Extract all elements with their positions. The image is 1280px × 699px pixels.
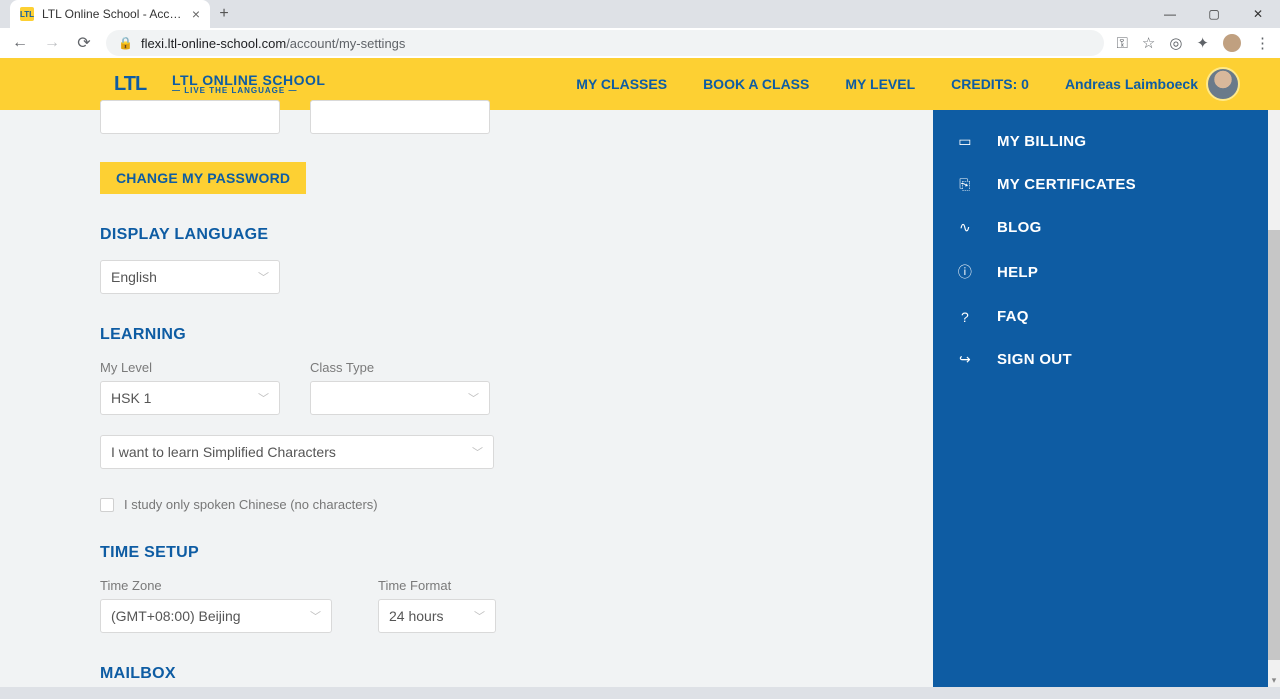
sidebar-item-label: MY CERTIFICATES <box>997 176 1136 193</box>
label-time-zone: Time Zone <box>100 578 332 593</box>
nav-user[interactable]: Andreas Laimboeck <box>1065 67 1240 101</box>
close-window-button[interactable]: ✕ <box>1236 0 1280 28</box>
section-learning: LEARNING <box>100 326 720 344</box>
billing-icon: ▭ <box>957 133 973 150</box>
nav-credits[interactable]: CREDITS: 0 <box>951 76 1029 92</box>
label-my-level: My Level <box>100 360 280 375</box>
chevron-down-icon: ﹀ <box>474 608 485 624</box>
section-time-setup: TIME SETUP <box>100 544 720 562</box>
blog-icon: ∿ <box>957 219 973 236</box>
favicon: LTL <box>20 7 34 21</box>
close-tab-icon[interactable]: × <box>192 6 200 22</box>
spoken-only-row[interactable]: I study only spoken Chinese (no characte… <box>100 497 720 512</box>
sidebar-item-label: SIGN OUT <box>997 351 1072 368</box>
sidebar-item-label: FAQ <box>997 308 1029 325</box>
character-preference-value: I want to learn Simplified Characters <box>111 444 336 460</box>
page-body: CHANGE MY PASSWORD DISPLAY LANGUAGE Engl… <box>0 110 1280 687</box>
reload-button[interactable]: ⟳ <box>74 33 94 53</box>
sidebar-item-faq[interactable]: ? FAQ <box>933 295 1268 338</box>
sidebar-item-help[interactable]: ⓘ HELP <box>933 249 1268 295</box>
chevron-down-icon: ﹀ <box>472 444 483 460</box>
toolbar-icons: ⚿ ☆ ◎ ✦ ⋮ <box>1116 34 1270 52</box>
tab-title: LTL Online School - Account <box>42 7 184 21</box>
sidebar-item-certificates[interactable]: ⎘ MY CERTIFICATES <box>933 163 1268 206</box>
sidebar-item-label: BLOG <box>997 219 1042 236</box>
new-tab-button[interactable]: + <box>210 0 238 28</box>
timezone-value: (GMT+08:00) Beijing <box>111 608 241 624</box>
tab-strip: LTL LTL Online School - Account × + — ▢ … <box>0 0 1280 28</box>
kebab-menu-icon[interactable]: ⋮ <box>1255 34 1270 52</box>
password-input-1[interactable] <box>100 100 280 134</box>
chevron-down-icon: ﹀ <box>310 608 321 624</box>
browser-tab[interactable]: LTL LTL Online School - Account × <box>10 0 210 28</box>
user-name: Andreas Laimboeck <box>1065 76 1198 92</box>
password-input-2[interactable] <box>310 100 490 134</box>
scroll-down-arrow[interactable]: ▾ <box>1268 673 1280 687</box>
label-class-type: Class Type <box>310 360 490 375</box>
section-mailbox: MAILBOX <box>100 665 720 683</box>
level-value: HSK 1 <box>111 390 151 406</box>
bookmark-icon[interactable]: ☆ <box>1142 34 1155 52</box>
back-button[interactable]: ← <box>10 34 30 52</box>
logo-mark: LTL <box>114 72 162 96</box>
language-select[interactable]: English ﹀ <box>100 260 280 294</box>
sidebar-item-billing[interactable]: ▭ MY BILLING <box>933 120 1268 163</box>
logo-text-main: LTL ONLINE SCHOOL <box>172 73 325 87</box>
timezone-select[interactable]: (GMT+08:00) Beijing ﹀ <box>100 599 332 633</box>
signout-icon: ↪ <box>957 351 973 368</box>
label-time-format: Time Format <box>378 578 496 593</box>
nav-my-classes[interactable]: MY CLASSES <box>576 76 667 92</box>
extensions-icon[interactable]: ✦ <box>1196 34 1209 52</box>
chevron-down-icon: ﹀ <box>258 390 269 406</box>
language-value: English <box>111 269 157 285</box>
class-type-select[interactable]: ﹀ <box>310 381 490 415</box>
profile-avatar-icon[interactable] <box>1223 34 1241 52</box>
chevron-down-icon: ﹀ <box>468 390 479 406</box>
sidebar-item-label: HELP <box>997 264 1038 281</box>
logo-text-sub: — LIVE THE LANGUAGE — <box>172 87 325 95</box>
key-icon[interactable]: ⚿ <box>1116 35 1127 52</box>
sidebar-item-blog[interactable]: ∿ BLOG <box>933 206 1268 249</box>
nav-my-level[interactable]: MY LEVEL <box>845 76 915 92</box>
url-path: /account/my-settings <box>286 36 405 51</box>
forward-button[interactable]: → <box>42 34 62 52</box>
certificates-icon: ⎘ <box>957 176 973 193</box>
faq-icon: ? <box>957 309 973 325</box>
address-bar: ← → ⟳ 🔒 flexi.ltl-online-school.com/acco… <box>0 28 1280 58</box>
account-sidebar: ▭ MY BILLING ⎘ MY CERTIFICATES ∿ BLOG ⓘ … <box>933 110 1268 687</box>
chevron-down-icon: ﹀ <box>258 269 269 285</box>
sidebar-item-signout[interactable]: ↪ SIGN OUT <box>933 338 1268 381</box>
news-icon[interactable]: ◎ <box>1169 34 1182 52</box>
sidebar-item-label: MY BILLING <box>997 133 1086 150</box>
logo[interactable]: LTL LTL ONLINE SCHOOL — LIVE THE LANGUAG… <box>100 66 339 102</box>
url-field[interactable]: 🔒 flexi.ltl-online-school.com/account/my… <box>106 30 1104 56</box>
settings-form: CHANGE MY PASSWORD DISPLAY LANGUAGE Engl… <box>100 100 720 699</box>
maximize-button[interactable]: ▢ <box>1192 0 1236 28</box>
nav-book-class[interactable]: BOOK A CLASS <box>703 76 809 92</box>
password-fields-row <box>100 100 720 134</box>
help-icon: ⓘ <box>957 262 973 282</box>
lock-icon: 🔒 <box>118 36 133 50</box>
scrollbar-thumb[interactable] <box>1268 230 1280 660</box>
spoken-only-label: I study only spoken Chinese (no characte… <box>124 497 378 512</box>
change-password-button[interactable]: CHANGE MY PASSWORD <box>100 162 306 194</box>
window-controls: — ▢ ✕ <box>1148 0 1280 28</box>
avatar-icon <box>1206 67 1240 101</box>
section-display-language: DISPLAY LANGUAGE <box>100 226 720 244</box>
character-preference-select[interactable]: I want to learn Simplified Characters ﹀ <box>100 435 494 469</box>
url-host: flexi.ltl-online-school.com <box>141 36 286 51</box>
level-select[interactable]: HSK 1 ﹀ <box>100 381 280 415</box>
spoken-only-checkbox[interactable] <box>100 498 114 512</box>
time-format-select[interactable]: 24 hours ﹀ <box>378 599 496 633</box>
minimize-button[interactable]: — <box>1148 0 1192 28</box>
time-format-value: 24 hours <box>389 608 443 624</box>
browser-chrome: LTL LTL Online School - Account × + — ▢ … <box>0 0 1280 58</box>
